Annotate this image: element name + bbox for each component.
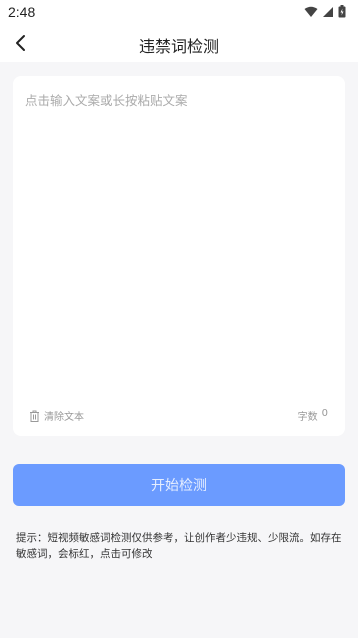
clear-text-button[interactable]: 清除文本 xyxy=(29,408,84,423)
status-bar: 2:48 xyxy=(0,0,358,24)
wifi-icon xyxy=(304,6,318,17)
clear-text-label: 清除文本 xyxy=(44,412,84,423)
status-icons xyxy=(304,5,346,18)
trash-icon xyxy=(30,410,39,422)
app-bar: 违禁词检测 xyxy=(0,24,358,62)
battery-icon xyxy=(338,5,346,18)
char-count-label: 字数 xyxy=(297,412,318,423)
tip-text: 提示：短视频敏感词检测仅供参考，让创作者少违规、少限流。如存在敏感词，会标红，点… xyxy=(16,532,342,560)
signal-icon xyxy=(323,6,333,17)
char-count-value: 0 xyxy=(321,408,328,419)
text-input[interactable] xyxy=(25,90,331,390)
char-count: 字数 0 xyxy=(298,408,328,423)
page-title: 违禁词检测 xyxy=(138,37,219,56)
start-detection-button[interactable]: 开始检测 xyxy=(13,464,345,506)
input-card: 清除文本 字数 0 xyxy=(13,76,345,436)
status-time: 2:48 xyxy=(8,4,36,20)
